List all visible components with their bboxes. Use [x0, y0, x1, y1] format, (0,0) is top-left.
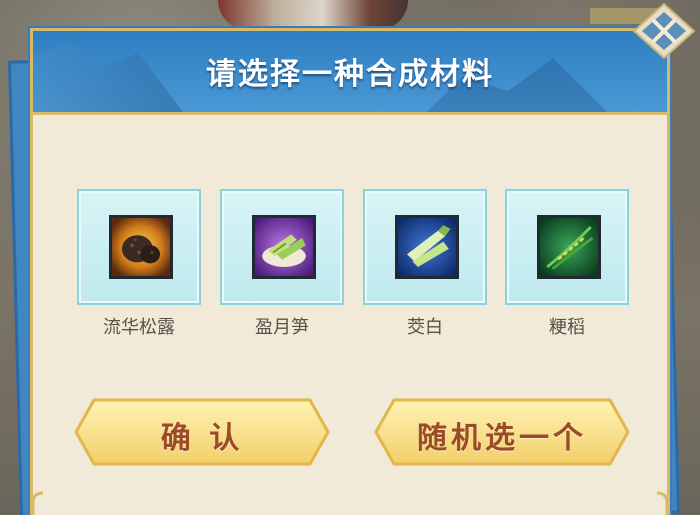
dialog-title: 请选择一种合成材料 — [206, 57, 494, 92]
material-name: 粳稻 — [549, 317, 585, 338]
confirm-button-label: 确 认 — [160, 421, 244, 456]
corner-ornament — [31, 491, 44, 515]
bamboo-shoot-icon — [252, 215, 316, 279]
truffle-icon — [109, 215, 173, 279]
random-select-button[interactable]: 随机选一个 — [374, 398, 630, 466]
material-name: 流华松露 — [103, 317, 175, 338]
material-slot — [505, 189, 629, 305]
corner-ornament — [656, 491, 669, 515]
material-slot — [77, 189, 201, 305]
material-name: 盈月笋 — [255, 317, 309, 338]
confirm-button[interactable]: 确 认 — [74, 398, 330, 466]
dialog-header: 请选择一种合成材料 — [33, 31, 667, 115]
material-item-truffle[interactable]: 流华松露 — [77, 189, 201, 349]
material-name: 茭白 — [407, 317, 443, 338]
material-item-water-bamboo[interactable]: 茭白 — [363, 189, 487, 349]
water-bamboo-icon — [395, 215, 459, 279]
background-character — [218, 0, 408, 30]
material-item-rice[interactable]: 粳稻 — [505, 189, 629, 349]
random-select-button-label: 随机选一个 — [417, 421, 587, 456]
material-slot — [220, 189, 344, 305]
material-item-bamboo-shoot[interactable]: 盈月笋 — [220, 189, 344, 349]
material-list: 流华松露 盈月笋 茭白 粳稻 — [77, 189, 637, 349]
rice-icon — [537, 215, 601, 279]
close-icon — [632, 2, 696, 60]
material-slot — [363, 189, 487, 305]
close-button[interactable] — [632, 2, 696, 60]
